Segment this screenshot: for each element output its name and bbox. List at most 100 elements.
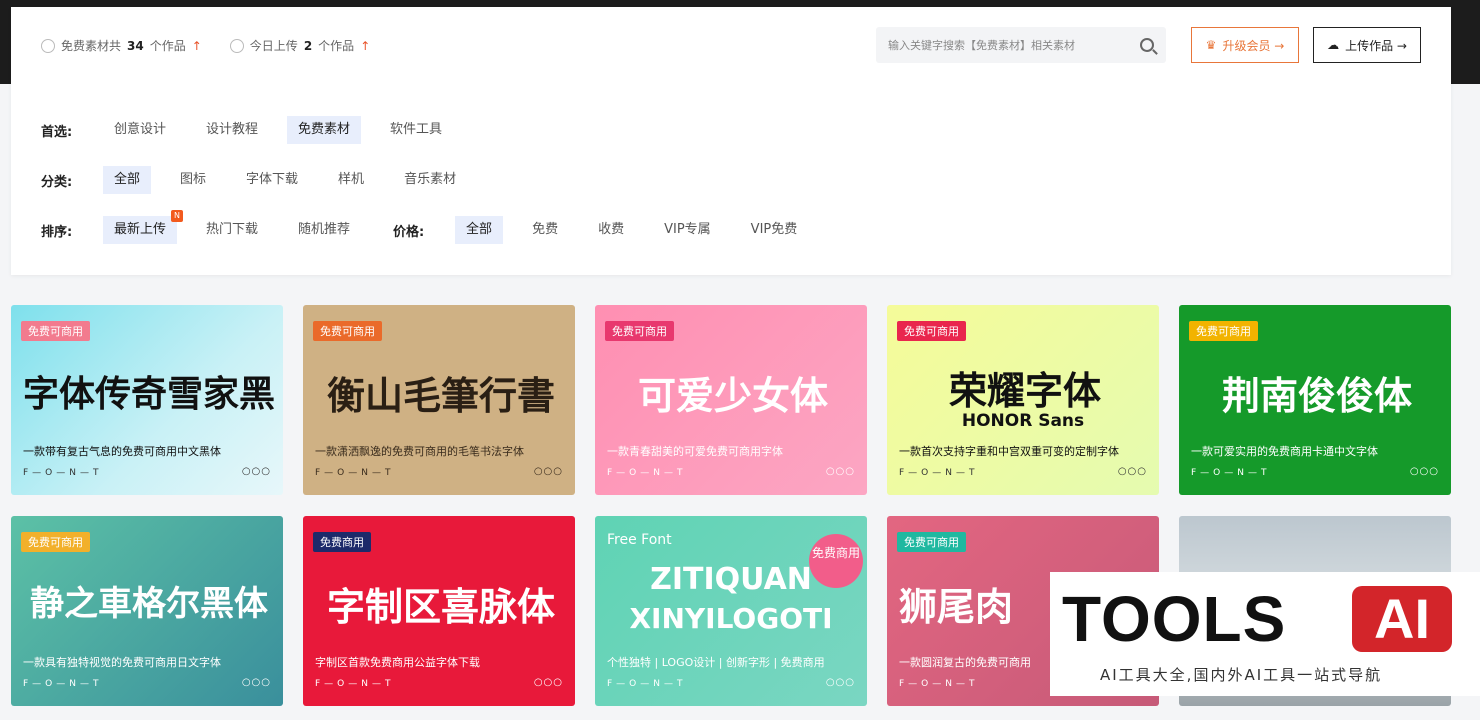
filter-option[interactable]: VIP专属 bbox=[653, 216, 722, 244]
filter-option-selected[interactable]: 全部 bbox=[455, 216, 504, 244]
card-font-label: F—O—N—T bbox=[607, 679, 687, 689]
today-count-stat: 今日上传 2 个作品 ↑ bbox=[229, 37, 371, 54]
search-input[interactable]: 输入关键字搜索【免费素材】相关素材 bbox=[888, 37, 1140, 53]
filter-label: 分类: bbox=[41, 174, 73, 190]
card-description: 一款青春甜美的可爱免费可商用字体 bbox=[607, 445, 783, 458]
card-description: 一款圆润复古的免费可商用 bbox=[899, 656, 1031, 669]
card-title-line2: XINYILOGOTI bbox=[629, 602, 833, 635]
free-suffix: 个作品 bbox=[149, 39, 186, 53]
free-count-stat: 免费素材共 34 个作品 ↑ bbox=[41, 37, 202, 54]
card-dots: ○○○ bbox=[241, 466, 271, 477]
resource-card[interactable]: 免费可商用 荣耀字体 HONOR Sans 一款首次支持字重和中宫双重可变的定制… bbox=[887, 305, 1159, 495]
resource-card[interactable]: 免费可商用 静之車格尔黑体 一款具有独特视觉的免费可商用日文字体 F—O—N—T… bbox=[11, 516, 283, 706]
filter-option[interactable]: 样机 bbox=[327, 166, 375, 194]
watermark-tools-text: TOOLS bbox=[1062, 583, 1287, 655]
filter-label: 价格: bbox=[393, 224, 425, 240]
filter-option[interactable]: 创意设计 bbox=[103, 116, 177, 144]
card-subtitle: HONOR Sans bbox=[961, 411, 1085, 431]
card-title: ZITIQUAN bbox=[650, 562, 812, 597]
crown-icon: ♛ bbox=[1205, 38, 1217, 52]
card-dots: ○○○ bbox=[825, 466, 855, 477]
free-commercial-tag: 免费商用 bbox=[313, 532, 371, 552]
filter-row-pref: 首选: 创意设计 设计教程 免费素材 软件工具 bbox=[41, 116, 471, 144]
card-description: 一款可爱实用的免费商用卡通中文字体 bbox=[1191, 445, 1378, 458]
filter-option[interactable]: 热门下载 bbox=[195, 216, 269, 244]
card-font-label: F—O—N—T bbox=[1191, 468, 1271, 478]
compass-icon bbox=[229, 38, 244, 53]
card-font-label: F—O—N—T bbox=[607, 468, 687, 478]
tools-ai-watermark: TOOLS AI AI工具大全,国内外AI工具一站式导航 bbox=[1050, 572, 1480, 696]
filter-panel: 免费素材共 34 个作品 ↑ 今日上传 2 个作品 ↑ 输入关键字搜索【免费素材… bbox=[11, 7, 1451, 275]
free-commercial-tag: 免费可商用 bbox=[21, 532, 90, 552]
card-title: 静之車格尔黑体 bbox=[30, 584, 268, 624]
filter-row-sort: 排序: 最新上传 N 热门下载 随机推荐 价格: 全部 免费 收费 VIP专属 V… bbox=[41, 210, 826, 244]
filter-label: 排序: bbox=[41, 224, 73, 240]
filter-option[interactable]: 软件工具 bbox=[379, 116, 453, 144]
card-dots: ○○○ bbox=[1409, 466, 1439, 477]
card-title: 衡山毛筆行書 bbox=[326, 373, 555, 418]
filter-option[interactable]: 设计教程 bbox=[195, 116, 269, 144]
card-description: 一款潇洒飘逸的免费可商用的毛笔书法字体 bbox=[315, 445, 524, 458]
stats-bar: 免费素材共 34 个作品 ↑ 今日上传 2 个作品 ↑ bbox=[41, 37, 370, 54]
filter-label: 首选: bbox=[41, 124, 73, 140]
card-font-label: F—O—N—T bbox=[899, 679, 979, 689]
upgrade-vip-button[interactable]: ♛ 升级会员 → bbox=[1191, 27, 1299, 63]
resource-card[interactable]: 免费商用 字制区喜脉体 字制区首款免费商用公益字体下载 F—O—N—T ○○○ bbox=[303, 516, 575, 706]
free-commercial-tag: 免费可商用 bbox=[897, 532, 966, 552]
arrow-up-icon: ↑ bbox=[360, 38, 371, 53]
filter-option[interactable]: 图标 bbox=[169, 166, 217, 194]
free-commercial-tag: 免费可商用 bbox=[1189, 321, 1258, 341]
card-dots: ○○○ bbox=[533, 677, 563, 688]
upload-button[interactable]: ☁ 上传作品 → bbox=[1313, 27, 1421, 63]
card-dots: ○○○ bbox=[825, 677, 855, 688]
filter-option[interactable]: 字体下载 bbox=[235, 166, 309, 194]
new-badge: N bbox=[171, 210, 184, 222]
resource-card[interactable]: 免费可商用 衡山毛筆行書 一款潇洒飘逸的免费可商用的毛笔书法字体 F—O—N—T… bbox=[303, 305, 575, 495]
filter-option-selected[interactable]: 全部 bbox=[103, 166, 152, 194]
card-font-label: F—O—N—T bbox=[23, 468, 103, 478]
filter-option[interactable]: 免费 bbox=[521, 216, 569, 244]
card-description: 字制区首款免费商用公益字体下载 bbox=[315, 656, 480, 669]
card-top-label: Free Font bbox=[607, 532, 672, 548]
card-font-label: F—O—N—T bbox=[315, 468, 395, 478]
sort-newest-label: 最新上传 bbox=[114, 222, 167, 237]
cloud-upload-icon: ☁ bbox=[1327, 38, 1340, 52]
card-dots: ○○○ bbox=[1117, 466, 1147, 477]
card-font-label: F—O—N—T bbox=[315, 679, 395, 689]
resource-card[interactable]: 免费可商用 字体传奇雪家黑 一款带有复古气息的免费可商用中文黑体 F—O—N—T… bbox=[11, 305, 283, 495]
card-description: 一款首次支持字重和中宫双重可变的定制字体 bbox=[899, 445, 1119, 458]
card-description: 一款具有独特视觉的免费可商用日文字体 bbox=[23, 656, 221, 669]
resource-card[interactable]: 免费可商用 荆南俊俊体 一款可爱实用的免费商用卡通中文字体 F—O—N—T ○○… bbox=[1179, 305, 1451, 495]
search-box[interactable]: 输入关键字搜索【免费素材】相关素材 bbox=[876, 27, 1166, 63]
card-title: 荣耀字体 bbox=[948, 369, 1101, 413]
card-dots: ○○○ bbox=[241, 677, 271, 688]
card-title: 字制区喜脉体 bbox=[326, 585, 555, 629]
card-font-label: F—O—N—T bbox=[899, 468, 979, 478]
resource-card[interactable]: Free Font 免费商用 ZITIQUAN XINYILOGOTI 个性独特… bbox=[595, 516, 867, 706]
today-count: 2 bbox=[303, 38, 313, 53]
heart-shield-icon bbox=[41, 38, 55, 53]
card-title: 荆南俊俊体 bbox=[1221, 374, 1412, 418]
free-label: 免费素材共 bbox=[61, 39, 122, 53]
filter-option[interactable]: 音乐素材 bbox=[393, 166, 467, 194]
free-count: 34 bbox=[127, 38, 144, 53]
card-title: 字体传奇雪家黑 bbox=[22, 374, 275, 415]
upload-label: 上传作品 → bbox=[1345, 38, 1407, 53]
search-icon[interactable] bbox=[1140, 38, 1154, 52]
filter-option-selected[interactable]: 免费素材 bbox=[287, 116, 362, 144]
free-commercial-tag: 免费可商用 bbox=[21, 321, 90, 341]
card-description: 个性独特 | LOGO设计 | 创新字形 | 免费商用 bbox=[607, 656, 825, 669]
card-title: 可爱少女体 bbox=[637, 374, 828, 418]
watermark-ai-logo: AI bbox=[1352, 586, 1452, 652]
card-description: 一款带有复古气息的免费可商用中文黑体 bbox=[23, 445, 221, 458]
arrow-up-icon: ↑ bbox=[191, 38, 202, 53]
filter-option[interactable]: 随机推荐 bbox=[287, 216, 361, 244]
card-font-label: F—O—N—T bbox=[23, 679, 103, 689]
filter-option[interactable]: VIP免费 bbox=[740, 216, 809, 244]
upgrade-vip-label: 升级会员 → bbox=[1222, 38, 1285, 53]
today-label: 今日上传 bbox=[249, 39, 298, 53]
filter-row-category: 分类: 全部 图标 字体下载 样机 音乐素材 bbox=[41, 166, 485, 194]
filter-option[interactable]: 收费 bbox=[587, 216, 635, 244]
sort-newest[interactable]: 最新上传 N bbox=[103, 210, 184, 244]
resource-card[interactable]: 免费可商用 可爱少女体 一款青春甜美的可爱免费可商用字体 F—O—N—T ○○○ bbox=[595, 305, 867, 495]
